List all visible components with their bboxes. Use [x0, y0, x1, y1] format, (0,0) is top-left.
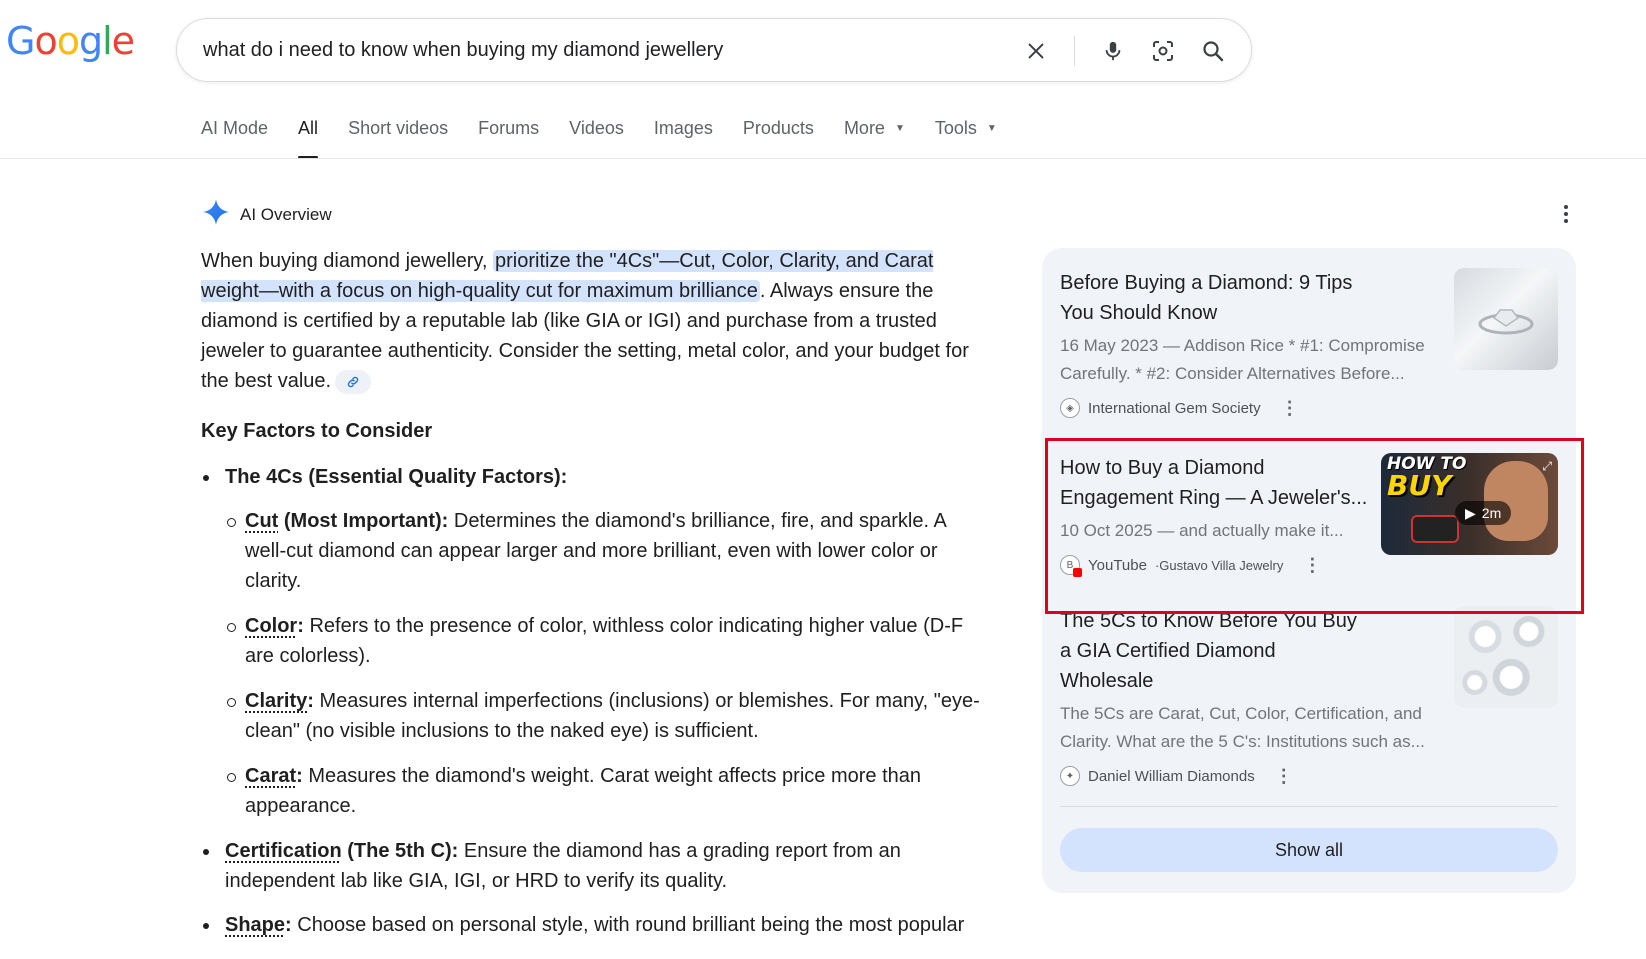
more-options-icon[interactable]: ⋮ [1275, 767, 1293, 785]
search-actions [1024, 19, 1225, 83]
ai-overview-header: AI Overview [202, 198, 332, 231]
source-site: ✦ Daniel William Diamonds ⋮ [1060, 766, 1558, 786]
source-card[interactable]: Before Buying a Diamond: 9 Tips You Shou… [1060, 268, 1558, 418]
intro-paragraph: When buying diamond jewellery, prioritiz… [201, 246, 991, 396]
source-card[interactable]: The 5Cs to Know Before You Buy a GIA Cer… [1060, 606, 1558, 786]
key-factors-heading: Key Factors to Consider [201, 420, 433, 442]
term-suffix: : [285, 914, 292, 936]
search-icon[interactable] [1201, 39, 1225, 63]
logo-letter: o [34, 19, 57, 63]
caret-down-icon: ▼ [986, 123, 997, 134]
list-item: Shape: Choose based on personal style, w… [201, 910, 991, 940]
tab-ai-mode[interactable]: AI Mode [201, 118, 268, 149]
intro-text: When buying diamond jewellery, [201, 250, 494, 272]
diamond-favicon-icon: ✦ [1060, 766, 1080, 786]
term-suffix: : [307, 690, 314, 712]
list-item: The 4Cs (Essential Quality Factors): Cut… [201, 462, 991, 821]
logo-letter: G [6, 19, 35, 63]
tab-label: Videos [569, 118, 624, 138]
list-item: Clarity: Measures internal imperfections… [225, 686, 991, 746]
site-name: Daniel William Diamonds [1088, 767, 1255, 785]
tab-label: All [298, 118, 319, 138]
term-suffix: (The 5th C): [341, 840, 459, 862]
panel-divider [1060, 806, 1558, 807]
source-snippet: 16 May 2023 — Addison Rice * #1: Comprom… [1060, 336, 1425, 383]
sparkle-icon [202, 198, 230, 231]
link-icon[interactable] [335, 369, 372, 394]
term-suffix: : [297, 615, 304, 637]
tab-short-videos[interactable]: Short videos [348, 118, 448, 149]
fourcs-heading: The 4Cs (Essential Quality Factors): [225, 466, 568, 488]
item-text: Refers to the presence of color, withles… [245, 615, 964, 667]
term-link[interactable]: Clarity [245, 690, 307, 712]
list-item: Certification (The 5th C): Ensure the di… [201, 836, 991, 896]
more-options-icon[interactable] [1556, 200, 1576, 228]
tab-label: Short videos [348, 118, 449, 138]
item-text: Choose based on personal style, with rou… [291, 914, 965, 936]
term-link[interactable]: Cut [245, 510, 278, 532]
item-text: Measures internal imperfections (inclusi… [245, 690, 980, 742]
tab-tools[interactable]: Tools ▼ [935, 118, 997, 149]
item-text: Measures the diamond's weight. Carat wei… [245, 765, 922, 817]
logo-letter: e [111, 19, 135, 63]
source-snippet: The 5Cs are Carat, Cut, Color, Certifica… [1060, 704, 1425, 751]
source-thumbnail[interactable] [1454, 606, 1558, 708]
search-box [176, 18, 1252, 82]
term-link[interactable]: Carat [245, 765, 296, 787]
term-suffix: (Most Important): [278, 510, 449, 532]
list-item: Carat: Measures the diamond's weight. Ca… [225, 761, 991, 821]
tab-label: Images [653, 118, 713, 138]
term-link[interactable]: Certification [225, 840, 342, 862]
logo-letter: l [102, 19, 113, 63]
annotation-highlight-box [1045, 438, 1584, 614]
source-thumbnail[interactable] [1454, 268, 1558, 370]
ai-overview-body: When buying diamond jewellery, prioritiz… [201, 246, 991, 954]
clear-icon[interactable] [1024, 39, 1048, 63]
tab-label: Tools [934, 118, 977, 138]
tab-label: More [843, 118, 885, 138]
tabs-divider [0, 158, 1646, 159]
tab-videos[interactable]: Videos [569, 118, 624, 149]
gem-society-favicon-icon: ◈ [1060, 398, 1080, 418]
search-divider [1074, 36, 1075, 66]
fourcs-list: Cut (Most Important): Determines the dia… [225, 506, 991, 821]
search-input[interactable] [203, 38, 1003, 62]
show-all-button[interactable]: Show all [1060, 828, 1558, 872]
more-options-icon[interactable]: ⋮ [1281, 399, 1299, 417]
tab-more[interactable]: More ▼ [844, 118, 905, 149]
logo-letter: o [56, 19, 80, 63]
list-item: Color: Refers to the presence of color, … [225, 611, 991, 671]
tab-products[interactable]: Products [743, 118, 814, 149]
microphone-icon[interactable] [1101, 39, 1125, 63]
tab-forums[interactable]: Forums [478, 118, 539, 149]
term-suffix: : [296, 765, 303, 787]
term-link[interactable]: Shape [225, 914, 285, 936]
search-tabs: AI Mode All Short videos Forums Videos I… [201, 118, 1027, 159]
camera-lens-icon[interactable] [1151, 39, 1175, 63]
list-item: Cut (Most Important): Determines the dia… [225, 506, 991, 596]
factor-list: The 4Cs (Essential Quality Factors): Cut… [201, 462, 991, 940]
term-link[interactable]: Color [245, 615, 297, 637]
logo-letter: g [78, 19, 103, 63]
tab-label: Products [742, 118, 814, 138]
tab-all[interactable]: All [298, 118, 319, 159]
caret-down-icon: ▼ [894, 123, 905, 134]
source-title[interactable]: Before Buying a Diamond: 9 Tips You Shou… [1060, 268, 1370, 328]
google-logo[interactable]: Google [6, 19, 135, 63]
source-title[interactable]: The 5Cs to Know Before You Buy a GIA Cer… [1060, 606, 1370, 696]
site-name: International Gem Society [1088, 399, 1261, 417]
tab-label: AI Mode [201, 118, 269, 138]
source-site: ◈ International Gem Society ⋮ [1060, 398, 1558, 418]
ai-overview-title: AI Overview [240, 204, 332, 224]
tab-label: Forums [478, 118, 540, 138]
tab-images[interactable]: Images [654, 118, 713, 149]
